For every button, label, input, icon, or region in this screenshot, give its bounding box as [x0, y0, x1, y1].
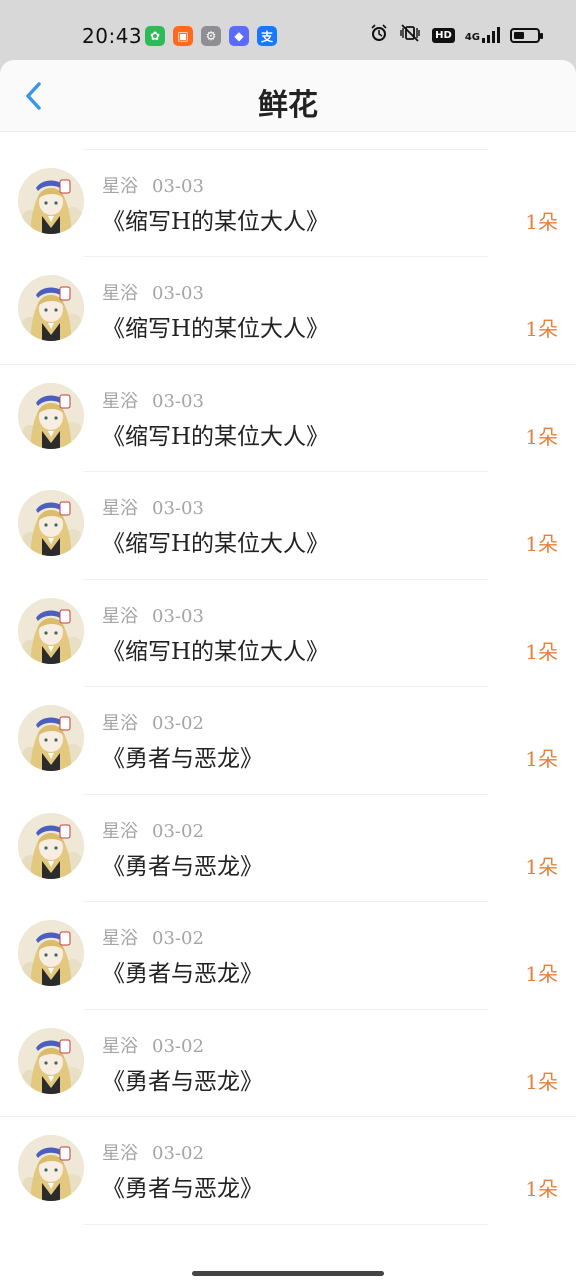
wechat-icon: ✿	[145, 26, 165, 46]
flower-count: 1朵	[525, 532, 558, 556]
battery-level	[514, 31, 524, 39]
alipay-icon: 支	[257, 26, 277, 46]
work-title[interactable]: 《勇者与恶龙》	[102, 847, 263, 881]
list-item[interactable]: 星浴 03-02 《勇者与恶龙》 1朵	[0, 687, 576, 795]
send-date: 03-02	[152, 820, 204, 842]
send-date: 03-02	[152, 1035, 204, 1057]
avatar[interactable]	[18, 597, 84, 664]
notification-app-icons: ✿ ▣ ⚙ ◆ 支	[145, 26, 277, 46]
sender-name: 星浴	[102, 283, 138, 304]
work-title[interactable]: 《缩写H的某位大人》	[102, 202, 329, 236]
list-item[interactable]: 星浴 03-02 《勇者与恶龙》 1朵	[0, 795, 576, 902]
hd-badge: HD	[432, 27, 455, 43]
sender-meta: 星浴 03-02	[102, 1139, 204, 1165]
send-date: 03-02	[152, 928, 204, 949]
send-date: 03-02	[152, 1143, 204, 1164]
sender-meta: 星浴 03-03	[102, 602, 204, 628]
send-date: 03-03	[152, 605, 204, 627]
avatar[interactable]	[18, 275, 84, 341]
send-date: 03-02	[152, 713, 204, 734]
sender-meta: 星浴 03-02	[102, 1032, 204, 1058]
flower-count: 1朵	[525, 424, 558, 449]
sender-meta: 星浴 03-03	[102, 172, 204, 198]
avatar[interactable]	[18, 705, 84, 771]
list-item[interactable]: 星浴 03-03 《缩写H的某位大人》 1朵	[0, 257, 576, 365]
signal-icon: 4G	[465, 27, 500, 43]
network-type: 4G	[464, 32, 480, 43]
flower-count: 1朵	[525, 209, 558, 234]
sender-meta: 星浴 03-02	[102, 924, 204, 950]
flower-count: 1朵	[525, 317, 558, 341]
work-title[interactable]: 《缩写H的某位大人》	[102, 309, 329, 343]
flower-count: 1朵	[525, 1177, 558, 1201]
flower-record-list[interactable]: 《TheGod》1朵星浴03-03《缩写H的某位大人》1朵星浴03-03《缩写H…	[0, 78, 576, 1280]
list-item[interactable]: 星浴 03-03 《缩写H的某位大人》 1朵	[0, 472, 576, 580]
sender-name: 星浴	[102, 605, 138, 627]
work-title[interactable]: 《缩写H的某位大人》	[102, 632, 329, 666]
sender-name: 星浴	[102, 498, 138, 519]
sender-name: 星浴	[102, 175, 138, 197]
avatar[interactable]	[18, 1135, 84, 1201]
sender-name: 星浴	[102, 928, 138, 949]
send-date: 03-03	[152, 390, 204, 412]
list-item[interactable]: 星浴 03-02 《勇者与恶龙》 1朵	[0, 1117, 576, 1225]
sender-meta: 星浴 03-03	[102, 494, 204, 520]
work-title[interactable]: 《勇者与恶龙》	[102, 954, 263, 988]
battery-icon	[510, 27, 543, 43]
work-title[interactable]: 《缩写H的某位大人》	[102, 524, 329, 558]
sender-meta: 星浴 03-02	[102, 817, 204, 843]
list-item[interactable]: 星浴 03-03 《缩写H的某位大人》 1朵	[0, 580, 576, 687]
status-time: 20:43	[82, 24, 143, 48]
page-title: 鲜花	[258, 88, 318, 123]
sender-name: 星浴	[102, 1035, 138, 1057]
flower-count: 1朵	[525, 962, 558, 986]
flower-count: 1朵	[525, 854, 558, 879]
send-date: 03-03	[152, 175, 204, 197]
work-title[interactable]: 《缩写H的某位大人》	[102, 417, 329, 451]
avatar[interactable]	[18, 167, 84, 234]
avatar[interactable]	[18, 1027, 84, 1094]
list-item[interactable]: 星浴 03-03 《缩写H的某位大人》 1朵	[0, 365, 576, 472]
flower-count: 1朵	[525, 747, 558, 771]
alarm-icon	[370, 24, 388, 46]
send-date: 03-03	[152, 283, 204, 304]
work-title[interactable]: 《勇者与恶龙》	[102, 1169, 263, 1203]
send-date: 03-03	[152, 498, 204, 519]
avatar[interactable]	[18, 920, 84, 986]
assistant-app-icon: ◆	[229, 26, 249, 46]
sender-name: 星浴	[102, 1143, 138, 1164]
work-title[interactable]: 《勇者与恶龙》	[102, 1062, 263, 1096]
avatar[interactable]	[18, 490, 84, 556]
top-nav-bar: 鲜花	[0, 60, 576, 132]
home-indicator[interactable]	[192, 1271, 384, 1276]
sender-meta: 星浴 03-03	[102, 387, 204, 413]
flower-count: 1朵	[525, 1069, 558, 1094]
list-item[interactable]: 星浴 03-02 《勇者与恶龙》 1朵	[0, 902, 576, 1010]
work-title[interactable]: 《勇者与恶龙》	[102, 739, 263, 773]
avatar[interactable]	[18, 812, 84, 879]
list-item[interactable]: 星浴 03-02 《勇者与恶龙》 1朵	[0, 1010, 576, 1117]
sender-name: 星浴	[102, 820, 138, 842]
mute-vibrate-icon	[398, 24, 422, 46]
sender-meta: 星浴 03-02	[102, 709, 204, 735]
flower-count: 1朵	[525, 639, 558, 664]
settings-app-icon: ⚙	[201, 26, 221, 46]
sender-meta: 星浴 03-03	[102, 279, 204, 305]
avatar[interactable]	[18, 382, 84, 449]
list-item[interactable]: 星浴 03-03 《缩写H的某位大人》 1朵	[0, 150, 576, 257]
sender-name: 星浴	[102, 390, 138, 412]
taobao-icon: ▣	[173, 26, 193, 46]
row-divider	[84, 1223, 488, 1225]
sender-name: 星浴	[102, 713, 138, 734]
system-icons: HD 4G	[370, 24, 543, 46]
